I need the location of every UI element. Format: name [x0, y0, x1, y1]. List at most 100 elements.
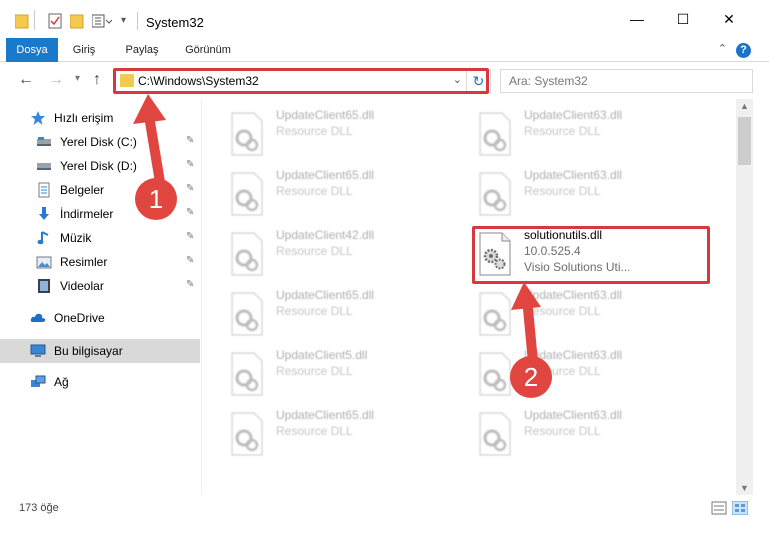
dll-file-icon — [479, 412, 511, 456]
file-type: Resource DLL — [524, 304, 601, 318]
file-item[interactable]: UpdateClient65.dll Resource DLL — [228, 108, 458, 160]
pin-icon[interactable]: ✎ — [186, 207, 194, 218]
address-highlight-box — [113, 68, 489, 94]
sidebar-item-this-pc[interactable]: Bu bilgisayar — [0, 339, 200, 363]
file-item[interactable]: UpdateClient63.dll Resource DLL — [476, 408, 706, 460]
new-folder-icon[interactable] — [70, 12, 84, 30]
file-item[interactable]: UpdateClient5.dll Resource DLL — [228, 348, 458, 400]
pin-icon[interactable]: ✎ — [186, 255, 194, 266]
file-type: Resource DLL — [276, 304, 353, 318]
file-item[interactable]: UpdateClient42.dll Resource DLL — [228, 228, 458, 280]
step-badge-2: 2 — [510, 356, 552, 398]
sidebar-item-local-disk-c[interactable]: Yerel Disk (C:) ✎ — [0, 130, 200, 154]
tab-dosya[interactable]: Dosya — [6, 38, 58, 62]
drive-icon — [37, 137, 51, 146]
sidebar-item-local-disk-d[interactable]: Yerel Disk (D:) ✎ — [0, 154, 200, 178]
file-name: UpdateClient42.dll — [276, 228, 375, 242]
properties-icon[interactable] — [48, 12, 62, 30]
file-type: Resource DLL — [276, 424, 353, 438]
dll-file-icon — [231, 172, 263, 216]
help-icon[interactable]: ? — [736, 43, 751, 58]
computer-icon — [30, 344, 46, 357]
pin-icon[interactable]: ✎ — [186, 135, 194, 146]
file-item[interactable]: UpdateClient65.dll Resource DLL — [228, 408, 458, 460]
scroll-thumb[interactable] — [738, 117, 751, 165]
file-item[interactable]: UpdateClient63.dll Resource DLL — [476, 168, 706, 220]
dll-file-icon — [231, 412, 263, 456]
file-name: UpdateClient63.dll — [524, 108, 623, 122]
details-view-icon[interactable] — [711, 501, 727, 515]
search-input[interactable]: Ara: System32 — [500, 69, 753, 93]
sidebar-item-label: Belgeler — [60, 183, 105, 197]
dll-file-icon — [231, 292, 263, 336]
scroll-up-icon[interactable]: ▲ — [740, 101, 749, 111]
sidebar-item-onedrive[interactable]: OneDrive — [0, 306, 200, 330]
dll-file-icon — [231, 232, 263, 276]
ribbon-tabs: Dosya Giriş Paylaş Görünüm ⌃ ? — [0, 38, 769, 62]
sidebar-item-network[interactable]: Ağ — [0, 370, 200, 394]
item-count: 173 öğe — [19, 502, 59, 514]
navigation-pane: Hızlı erişim Yerel Disk (C:) ✎ Yerel Dis… — [0, 99, 202, 495]
file-name: UpdateClient65.dll — [276, 108, 375, 122]
sidebar-item-label: Ağ — [54, 375, 69, 389]
pin-icon[interactable]: ✎ — [186, 231, 194, 242]
scroll-down-icon[interactable]: ▼ — [740, 483, 749, 493]
ribbon-collapse-icon[interactable]: ⌃ — [718, 42, 727, 55]
file-type: Resource DLL — [524, 124, 601, 138]
tiles-view-icon[interactable] — [732, 501, 748, 515]
pin-icon[interactable]: ✎ — [186, 279, 194, 290]
sidebar-item-music[interactable]: Müzik ✎ — [0, 226, 200, 250]
cloud-icon — [30, 313, 46, 322]
recent-locations-icon[interactable]: ▾ — [75, 73, 80, 84]
dll-file-icon — [231, 352, 263, 396]
file-item[interactable]: UpdateClient65.dll Resource DLL — [228, 288, 458, 340]
file-type: Resource DLL — [524, 424, 601, 438]
sidebar-item-pictures[interactable]: Resimler ✎ — [0, 250, 200, 274]
sidebar-item-label: İndirmeler — [60, 207, 114, 221]
file-name: UpdateClient63.dll — [524, 168, 623, 182]
video-icon — [38, 279, 50, 293]
file-item[interactable]: UpdateClient65.dll Resource DLL — [228, 168, 458, 220]
up-arrow-icon[interactable]: ↑ — [93, 71, 101, 89]
sidebar-item-quick-access[interactable]: Hızlı erişim — [0, 106, 200, 130]
sidebar-item-label: Resimler — [60, 255, 108, 269]
pin-icon[interactable]: ✎ — [186, 183, 194, 194]
file-name: UpdateClient65.dll — [276, 288, 375, 302]
file-item[interactable]: UpdateClient63.dll Resource DLL — [476, 108, 706, 160]
file-type: Resource DLL — [276, 124, 353, 138]
file-name: UpdateClient65.dll — [276, 168, 375, 182]
file-name: UpdateClient65.dll — [276, 408, 375, 422]
vertical-scrollbar[interactable]: ▲ ▼ — [736, 99, 753, 495]
file-name: UpdateClient5.dll — [276, 348, 368, 362]
tab-giris[interactable]: Giriş — [58, 38, 110, 62]
sidebar-item-label: Hızlı erişim — [54, 111, 114, 125]
title-bar: ▾ System32 — ☐ ✕ — [0, 0, 769, 38]
file-highlight-box — [472, 226, 710, 284]
maximize-button[interactable]: ☐ — [660, 0, 706, 38]
sidebar-item-videos[interactable]: Videolar ✎ — [0, 274, 200, 298]
file-type: Resource DLL — [276, 244, 353, 258]
star-icon — [31, 111, 45, 125]
forward-arrow-icon[interactable]: → — [48, 71, 64, 89]
file-type: Resource DLL — [524, 184, 601, 198]
file-type: Resource DLL — [276, 364, 353, 378]
pin-icon[interactable]: ✎ — [186, 159, 194, 170]
dll-file-icon — [479, 172, 511, 216]
dll-file-icon — [479, 292, 511, 336]
dll-file-icon — [479, 112, 511, 156]
close-button[interactable]: ✕ — [706, 0, 752, 38]
step-badge-1: 1 — [135, 178, 177, 220]
window-title: System32 — [146, 15, 204, 30]
tab-gorunum[interactable]: Görünüm — [178, 38, 238, 62]
tab-paylas[interactable]: Paylaş — [116, 38, 168, 62]
sidebar-item-label: Yerel Disk (C:) — [60, 135, 137, 149]
file-item[interactable]: UpdateClient63.dll Resource DLL — [476, 288, 706, 340]
quick-access-dropdown-icon[interactable]: ▾ — [121, 15, 126, 33]
back-arrow-icon[interactable]: ← — [18, 71, 34, 89]
document-icon — [38, 182, 50, 198]
sidebar-item-label: OneDrive — [54, 311, 105, 325]
customize-toolbar-icon[interactable] — [92, 12, 112, 30]
dll-file-icon — [231, 112, 263, 156]
minimize-button[interactable]: — — [614, 0, 660, 38]
sidebar-item-label: Müzik — [60, 231, 92, 245]
